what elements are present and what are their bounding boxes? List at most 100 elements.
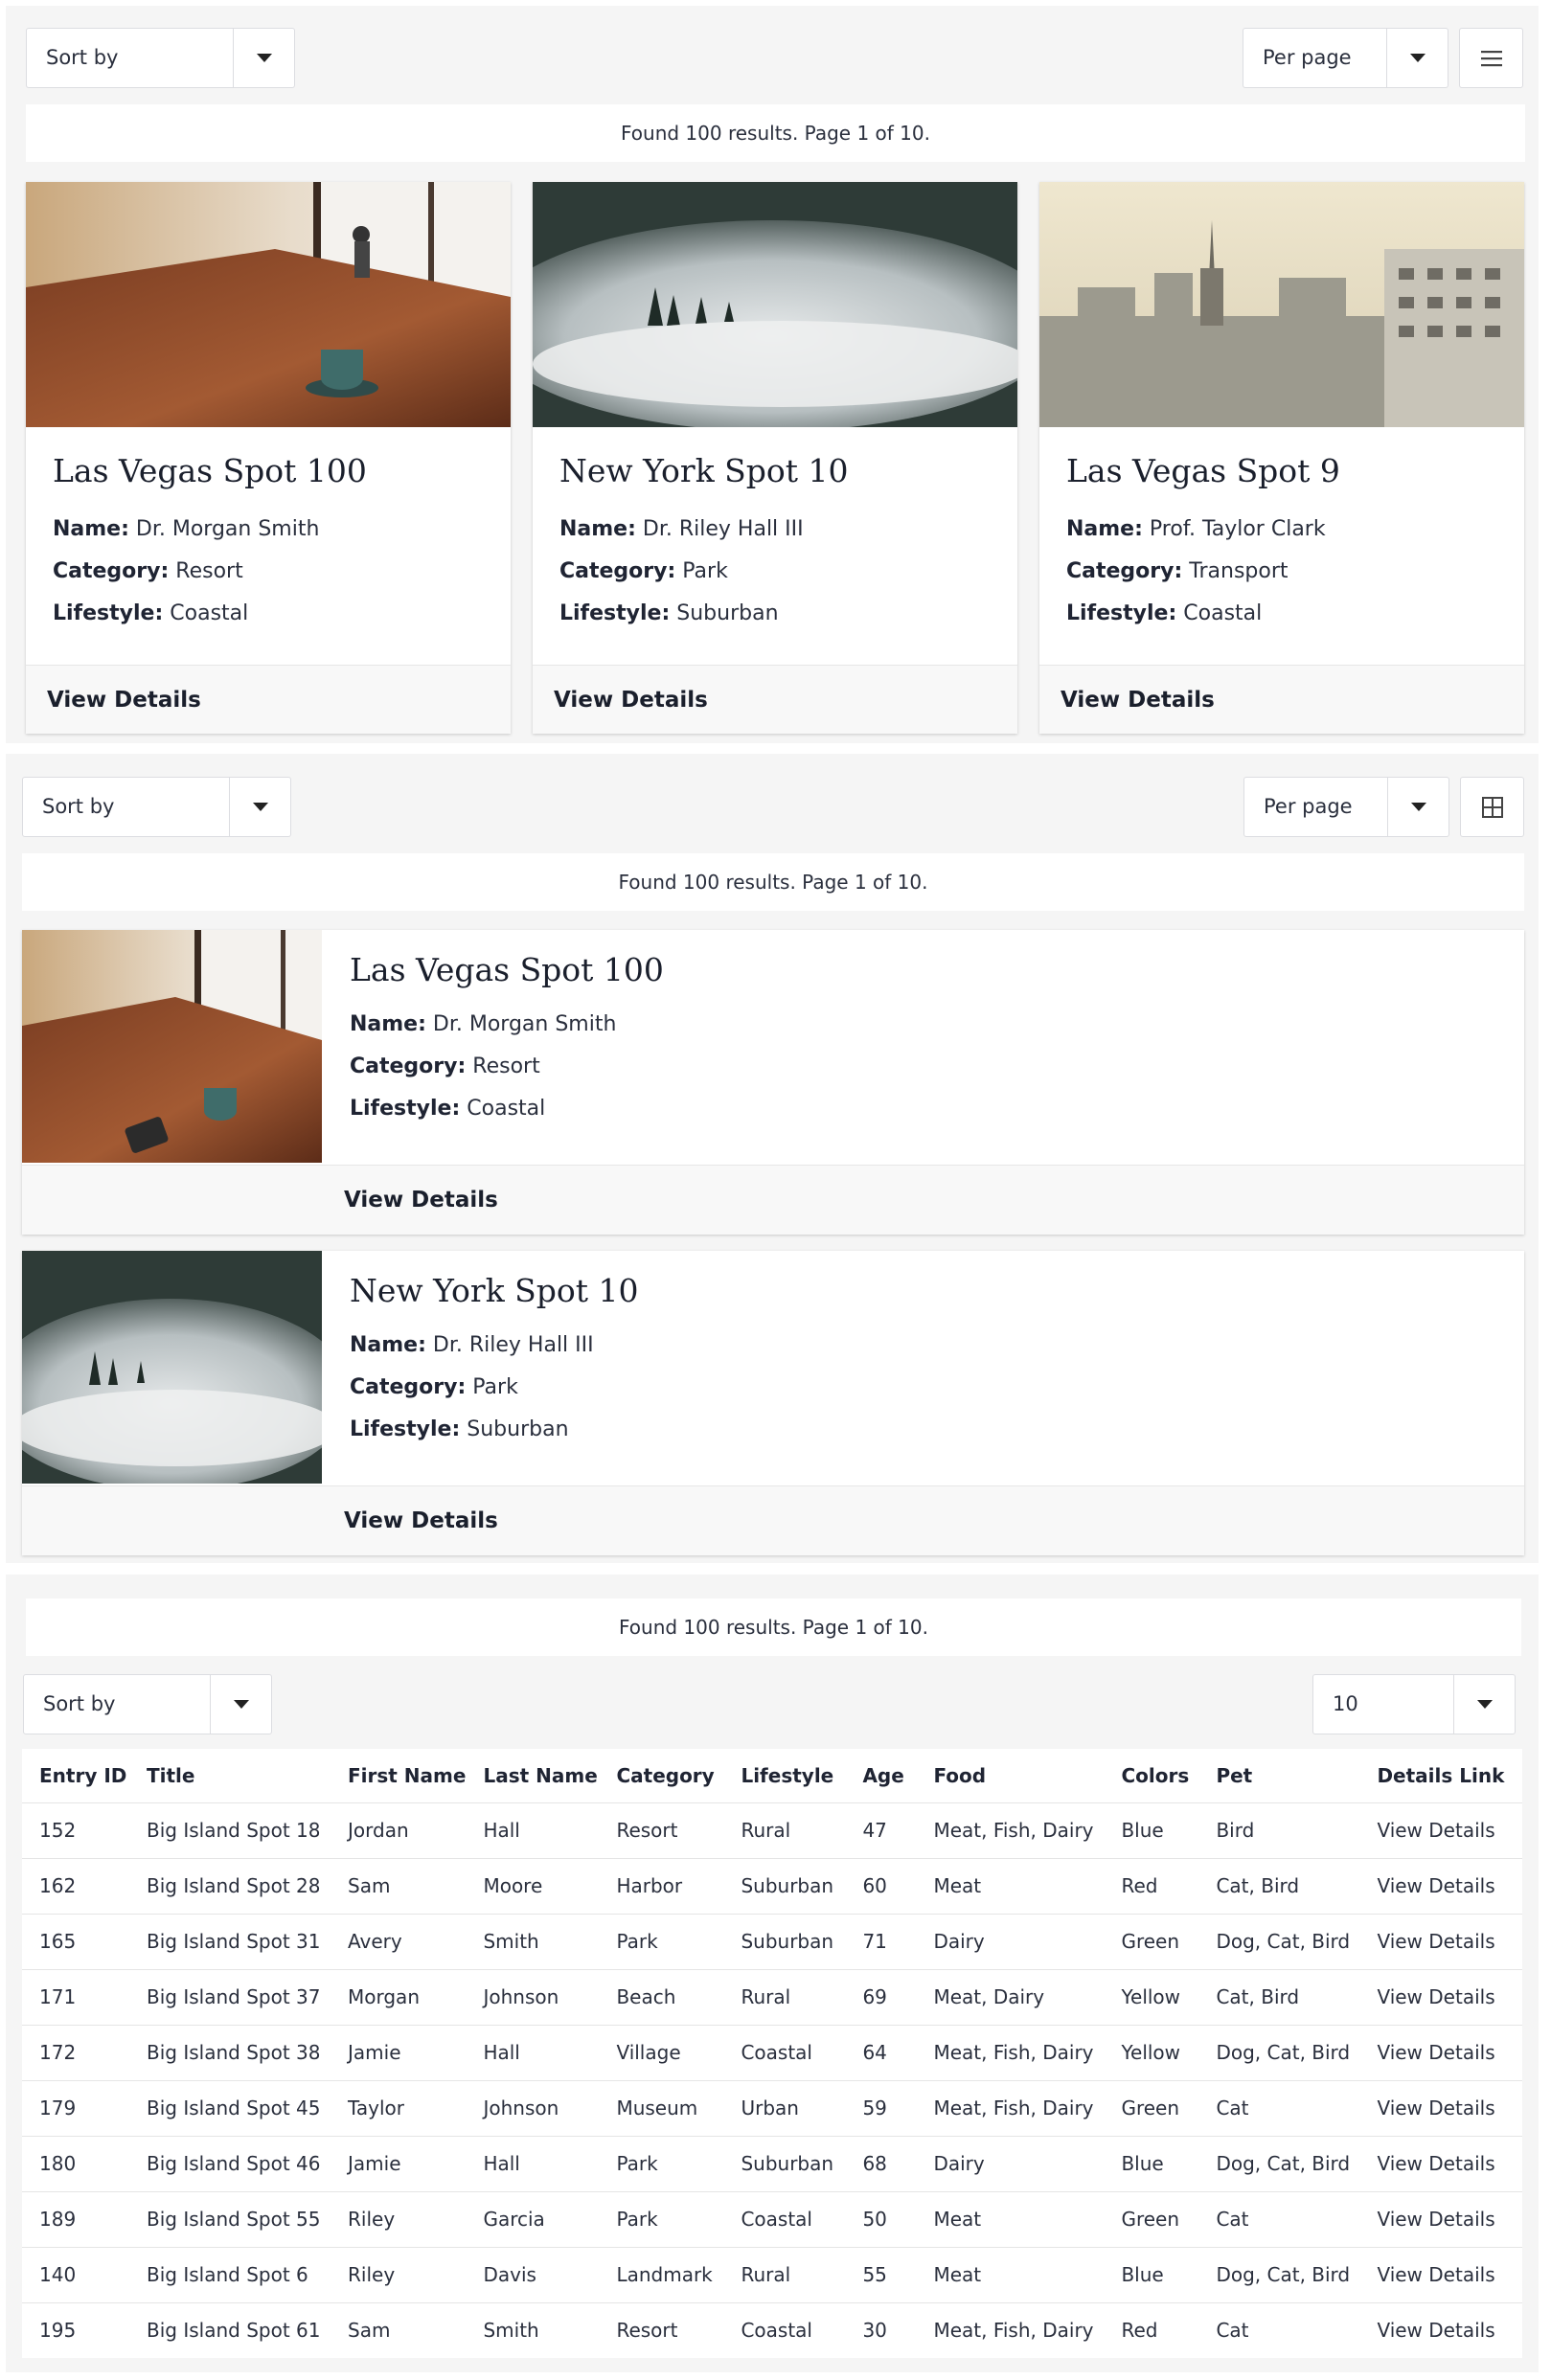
category-value: Park: [682, 559, 728, 583]
card-name-field: Name: Dr. Riley Hall III: [350, 1325, 639, 1367]
view-details-link[interactable]: View Details: [1359, 2079, 1522, 2136]
lifestyle-key: Lifestyle:: [1066, 601, 1177, 625]
sort-by-dropdown[interactable]: Sort by: [22, 777, 291, 837]
view-details-link[interactable]: View Details: [1039, 665, 1524, 734]
card-lifestyle-field: Lifestyle: Coastal: [53, 593, 484, 635]
column-header[interactable]: Age: [845, 1749, 916, 1802]
card-title: Las Vegas Spot 100: [53, 452, 367, 489]
colors-cell: Green: [1104, 2190, 1199, 2247]
results-table: Entry ID Title First Name Last Name Cate…: [22, 1749, 1522, 2358]
column-header[interactable]: Lifestyle: [723, 1749, 845, 1802]
table-row[interactable]: 165 Big Island Spot 31 Avery Smith Park Subur…: [22, 1913, 1522, 1969]
table-row[interactable]: 172 Big Island Spot 38 Jamie Hall Village Coa…: [22, 2024, 1522, 2080]
first-name-cell: Morgan: [331, 1968, 467, 2025]
table-row[interactable]: 162 Big Island Spot 28 Sam Moore Harbor Subur…: [22, 1857, 1522, 1914]
card-title: Las Vegas Spot 9: [1066, 452, 1340, 489]
colors-cell: Yellow: [1104, 1968, 1199, 2025]
cafe-table-photo: [22, 930, 322, 1163]
grid-view-icon: [1481, 796, 1503, 818]
column-header[interactable]: Food: [916, 1749, 1104, 1802]
entry-id-cell: 189: [22, 2190, 129, 2247]
view-details-link[interactable]: View Details: [26, 665, 511, 734]
lifestyle-value: Suburban: [676, 601, 779, 625]
colors-cell: Yellow: [1104, 2024, 1199, 2080]
sort-by-dropdown[interactable]: Sort by: [23, 1674, 272, 1734]
view-details-link[interactable]: View Details: [22, 1165, 1524, 1235]
food-cell: Meat, Fish, Dairy: [916, 2024, 1105, 2080]
column-header[interactable]: Colors: [1104, 1749, 1198, 1802]
chevron-down-icon: [1453, 1675, 1515, 1734]
table-row[interactable]: 195 Big Island Spot 61 Sam Smith Resort Coast…: [22, 2301, 1522, 2358]
view-details-link[interactable]: View Details: [22, 1485, 1524, 1555]
colors-cell: Blue: [1104, 1802, 1199, 1858]
category-cell: Resort: [599, 2301, 724, 2358]
foggy-forest-photo: [22, 1251, 322, 1484]
last-name-cell: Moore: [466, 1857, 600, 1914]
list-view-toggle-button[interactable]: [1459, 28, 1523, 88]
lifestyle-key: Lifestyle:: [350, 1417, 461, 1441]
category-cell: Beach: [599, 1968, 724, 2025]
column-header[interactable]: Last Name: [466, 1749, 599, 1802]
name-key: Name:: [350, 1012, 426, 1036]
card-category-field: Category: Park: [559, 551, 991, 593]
category-key: Category:: [1066, 559, 1183, 583]
cafe-table-photo: [26, 182, 511, 427]
chevron-down-icon: [229, 778, 290, 836]
column-header[interactable]: Title: [129, 1749, 331, 1802]
spot-list-item: New York Spot 10 Name: Dr. Riley Hall II…: [22, 1251, 1524, 1555]
view-details-link[interactable]: View Details: [533, 665, 1017, 734]
card-title: Las Vegas Spot 100: [350, 951, 664, 988]
entry-id-cell: 171: [22, 1968, 129, 2025]
first-name-cell: Riley: [331, 2190, 467, 2247]
table-row[interactable]: 152 Big Island Spot 18 Jordan Hall Resort Rur…: [22, 1802, 1522, 1858]
food-cell: Meat: [916, 2190, 1105, 2247]
view-details-link[interactable]: View Details: [1359, 1968, 1522, 2025]
view-details-link[interactable]: View Details: [1359, 2190, 1522, 2247]
name-value: Dr. Riley Hall III: [432, 1333, 594, 1357]
view-details-link[interactable]: View Details: [1359, 2135, 1522, 2191]
table-row[interactable]: 189 Big Island Spot 55 Riley Garcia Park Coas…: [22, 2190, 1522, 2247]
per-page-select[interactable]: 10: [1312, 1674, 1516, 1734]
entry-id-cell: 140: [22, 2246, 129, 2302]
table-row[interactable]: 171 Big Island Spot 37 Morgan Johnson Beach R…: [22, 1968, 1522, 2025]
category-key: Category:: [559, 559, 676, 583]
last-name-cell: Davis: [466, 2246, 600, 2302]
pet-cell: Cat: [1198, 2301, 1360, 2358]
category-key: Category:: [350, 1375, 467, 1399]
column-header[interactable]: Pet: [1198, 1749, 1359, 1802]
food-cell: Dairy: [916, 2135, 1105, 2191]
colors-cell: Blue: [1104, 2246, 1199, 2302]
category-value: Transport: [1189, 559, 1289, 583]
sort-by-dropdown[interactable]: Sort by: [26, 28, 295, 88]
column-header[interactable]: Details Link: [1359, 1749, 1522, 1802]
per-page-dropdown[interactable]: Per page: [1243, 777, 1449, 837]
lifestyle-value: Coastal: [170, 601, 249, 625]
entry-id-cell: 152: [22, 1802, 129, 1858]
pet-cell: Dog, Cat, Bird: [1198, 2024, 1360, 2080]
chevron-down-icon: [1387, 778, 1448, 836]
view-details-link[interactable]: View Details: [1359, 2246, 1522, 2302]
view-details-link[interactable]: View Details: [1359, 2024, 1522, 2080]
first-name-cell: Sam: [331, 2301, 467, 2358]
column-header[interactable]: Entry ID: [22, 1749, 129, 1802]
view-details-link[interactable]: View Details: [1359, 1857, 1522, 1914]
lifestyle-cell: Coastal: [723, 2301, 846, 2358]
view-details-link[interactable]: View Details: [1359, 1913, 1522, 1969]
table-row[interactable]: 140 Big Island Spot 6 Riley Davis Landmark Ru…: [22, 2246, 1522, 2302]
view-details-link[interactable]: View Details: [1359, 2301, 1522, 2358]
grid-view-toggle-button[interactable]: [1460, 777, 1524, 837]
column-header[interactable]: Category: [599, 1749, 723, 1802]
entry-id-cell: 172: [22, 2024, 129, 2080]
lifestyle-key: Lifestyle:: [53, 601, 164, 625]
table-row[interactable]: 180 Big Island Spot 46 Jamie Hall Park Suburb…: [22, 2135, 1522, 2191]
entry-id-cell: 165: [22, 1913, 129, 1969]
column-header[interactable]: First Name: [331, 1749, 466, 1802]
table-row[interactable]: 179 Big Island Spot 45 Taylor Johnson Museum…: [22, 2079, 1522, 2136]
per-page-dropdown[interactable]: Per page: [1243, 28, 1448, 88]
pet-cell: Dog, Cat, Bird: [1198, 2135, 1360, 2191]
card-name-field: Name: Prof. Taylor Clark: [1066, 509, 1497, 551]
category-cell: Landmark: [599, 2246, 724, 2302]
colors-cell: Red: [1104, 1857, 1199, 1914]
name-key: Name:: [350, 1333, 426, 1357]
view-details-link[interactable]: View Details: [1359, 1802, 1522, 1858]
